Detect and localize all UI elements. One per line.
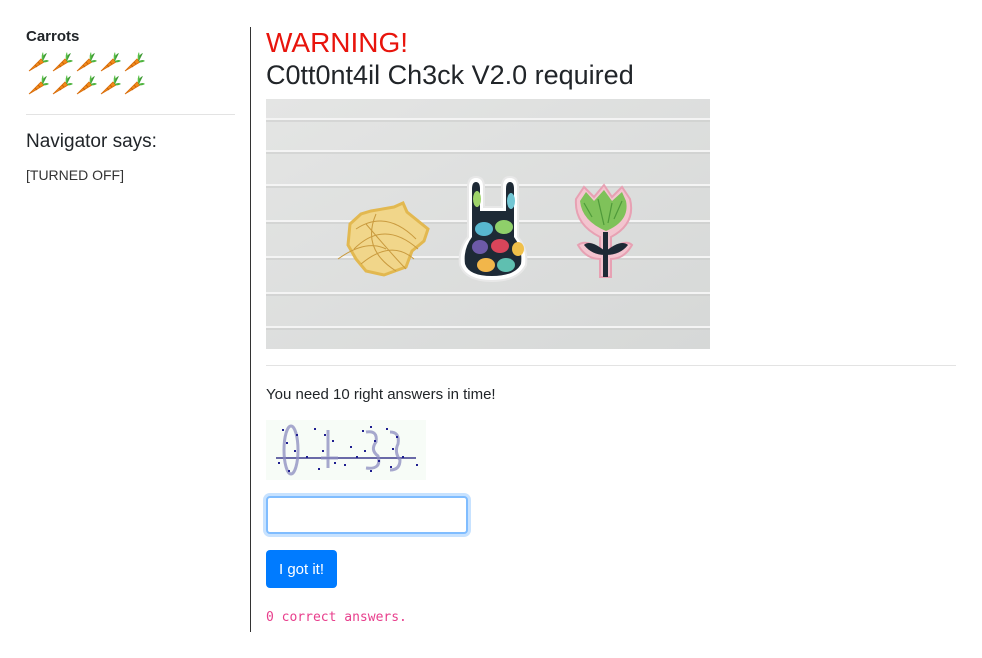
sidebar: Carrots Navigator says: [TURNED OFF]	[26, 28, 235, 183]
carrot-icon	[52, 75, 73, 95]
navigator-heading: Navigator says:	[26, 131, 157, 152]
answer-input[interactable]	[266, 496, 468, 534]
carrot-icon	[52, 52, 73, 72]
carrot-icon	[76, 75, 97, 95]
carrots-title: Carrots	[26, 28, 80, 45]
carrot-icon	[28, 52, 49, 72]
submit-button[interactable]: I got it!	[266, 550, 338, 588]
instructions-text: You need 10 right answers in time!	[266, 386, 496, 403]
warning-heading: WARNING!	[266, 27, 409, 58]
captcha-image	[266, 420, 426, 480]
navigator-status: [TURNED OFF]	[26, 167, 124, 183]
carrot-icon	[100, 52, 121, 72]
sidebar-divider	[26, 114, 235, 115]
carrot-icon	[76, 52, 97, 72]
vertical-divider	[250, 27, 251, 632]
content-divider	[266, 365, 956, 366]
easter-cookie-cutters-photo	[266, 99, 710, 349]
carrot-icon	[124, 52, 145, 72]
requirement-heading: C0tt0nt4il Ch3ck V2.0 required	[266, 60, 634, 90]
carrot-icon	[124, 75, 145, 95]
carrot-icon	[28, 75, 49, 95]
carrot-list	[26, 51, 151, 96]
carrot-icon	[100, 75, 121, 95]
correct-answers-status: 0 correct answers.	[266, 610, 407, 625]
main-content: WARNING! C0tt0nt4il Ch3ck V2.0 required	[266, 27, 956, 625]
